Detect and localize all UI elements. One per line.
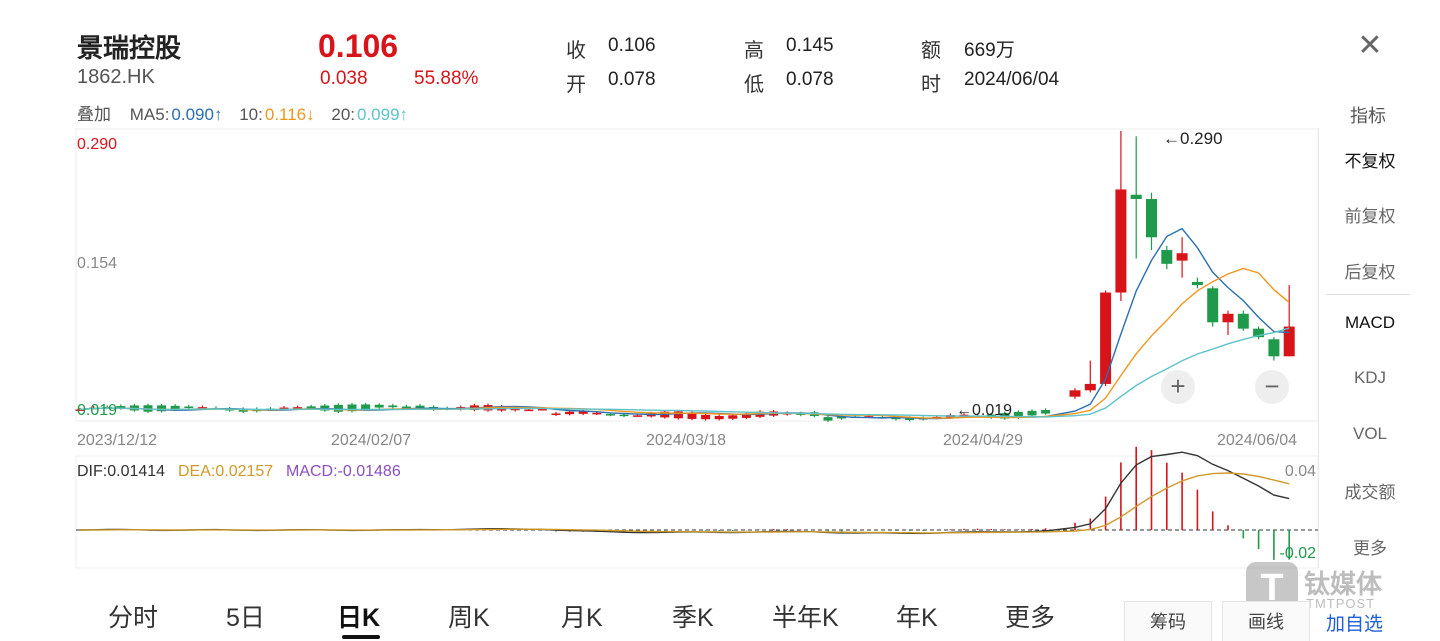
tab-monthly-k[interactable]: 月K [561,598,603,634]
low-marker: ←0.019 [956,402,1012,419]
candle-body [633,415,643,417]
candle-body [524,409,534,412]
candle-body [701,414,711,420]
candle-body [1176,253,1188,261]
draw-line-button[interactable]: 画线 [1222,601,1310,641]
candle-body [1146,199,1157,238]
high-marker: ←0.290 [1163,129,1223,148]
candle-body [1084,383,1096,391]
date-label-5: 2024/06/04 [1217,432,1297,449]
macd-label: MACD:-0.01486 [286,463,401,480]
candle-body [184,406,194,408]
main-chart-frame [75,128,1319,422]
date-label-3: 2024/03/18 [646,432,726,449]
tab-more[interactable]: 更多 [1005,598,1055,634]
add-watchlist-button[interactable]: 加自选 [1326,609,1383,636]
candles-group [75,131,1295,422]
candle-body [1283,326,1295,357]
candle-body [823,417,833,421]
macd-y-bottom: -0.02 [1280,545,1317,562]
chips-button[interactable]: 筹码 [1124,601,1212,641]
dea-line [80,472,1290,534]
tab-halfyear-k[interactable]: 半年K [772,598,839,634]
tab-daily-k[interactable]: 日K [337,598,380,634]
date-label-1: 2023/12/12 [77,432,157,449]
candle-body [1027,410,1037,416]
candle-body [1207,288,1219,323]
candle-body [1237,313,1249,329]
tab-weekly-k[interactable]: 周K [448,598,490,634]
kline-chart[interactable]: 0.290 0.154 0.019 ←0.290 ←0.019 2023/12/… [0,0,1440,641]
candle-body [388,405,398,408]
candle-body [619,414,629,417]
zoom-in-button[interactable]: + [1161,370,1195,404]
candle-body [728,415,738,419]
tab-quarterly-k[interactable]: 季K [672,598,714,634]
macd-y-top: 0.04 [1285,463,1316,480]
date-label-2: 2024/02/07 [331,432,411,449]
candle-body [537,409,547,411]
date-label-4: 2024/04/29 [943,432,1023,449]
candle-body [1222,313,1234,323]
candle-body [1115,189,1127,293]
tab-yearly-k[interactable]: 年K [896,598,938,634]
candle-body [1100,292,1112,384]
dea-label: DEA:0.02157 [178,463,273,480]
candle-body [551,413,561,415]
candle-body [592,412,602,415]
candle-body [714,416,724,420]
candle-body [1069,390,1081,397]
y-mid-label: 0.154 [77,255,117,272]
candle-body [374,404,384,408]
period-tabs: 分时 5日 日K 周K 月K 季K 半年K 年K 更多 [0,590,1100,641]
candle-body [1161,250,1173,264]
candle-body [1130,194,1142,200]
candle-body [1191,281,1203,286]
zoom-out-button[interactable]: − [1255,370,1289,404]
active-tab-indicator [342,635,380,639]
candle-body [361,404,371,410]
tab-5day[interactable]: 5日 [226,598,265,634]
y-min-label: 0.019 [77,402,117,419]
candle-body [1041,410,1051,414]
candle-body [565,411,575,415]
tab-intraday[interactable]: 分时 [108,598,158,634]
y-max-label: 0.290 [77,136,117,153]
candle-body [605,414,615,416]
candle-body [1268,339,1280,357]
dif-label: DIF:0.01414 [77,463,165,480]
